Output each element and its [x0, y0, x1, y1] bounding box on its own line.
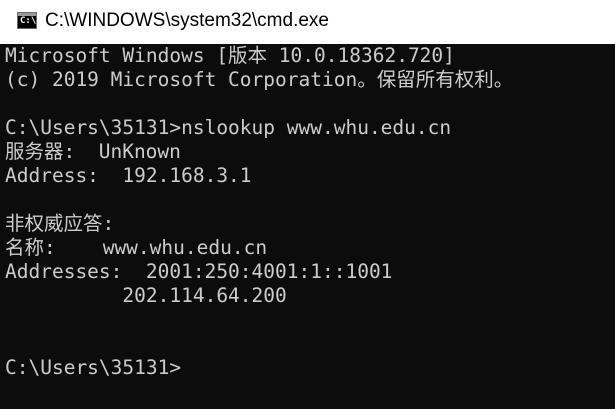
console-line-command: C:\Users\35131>nslookup www.whu.edu.cn	[5, 116, 452, 139]
console-line-name: 名称: www.whu.edu.cn	[5, 236, 268, 259]
console-line-server-address: Address: 192.168.3.1	[5, 164, 252, 187]
console-line-version: Microsoft Windows [版本 10.0.18362.720]	[5, 44, 455, 67]
console-line-non-authoritative: 非权威应答:	[5, 212, 115, 235]
console-prompt[interactable]: C:\Users\35131>	[5, 356, 181, 380]
command-prompt-icon[interactable]: C:\	[17, 12, 37, 29]
window-title: C:\WINDOWS\system32\cmd.exe	[45, 10, 329, 31]
console-output[interactable]: Microsoft Windows [版本 10.0.18362.720] (c…	[0, 44, 615, 409]
cmd-window: C:\ C:\WINDOWS\system32\cmd.exe Microsof…	[0, 0, 615, 409]
console-line-addresses-ipv4: 202.114.64.200	[5, 284, 287, 307]
console-line-addresses-ipv6: Addresses: 2001:250:4001:1::1001	[5, 260, 393, 283]
console-line-copyright: (c) 2019 Microsoft Corporation。保留所有权利。	[5, 68, 514, 91]
title-bar[interactable]: C:\ C:\WINDOWS\system32\cmd.exe	[0, 0, 615, 44]
console-line-server: 服务器: UnKnown	[5, 140, 181, 163]
